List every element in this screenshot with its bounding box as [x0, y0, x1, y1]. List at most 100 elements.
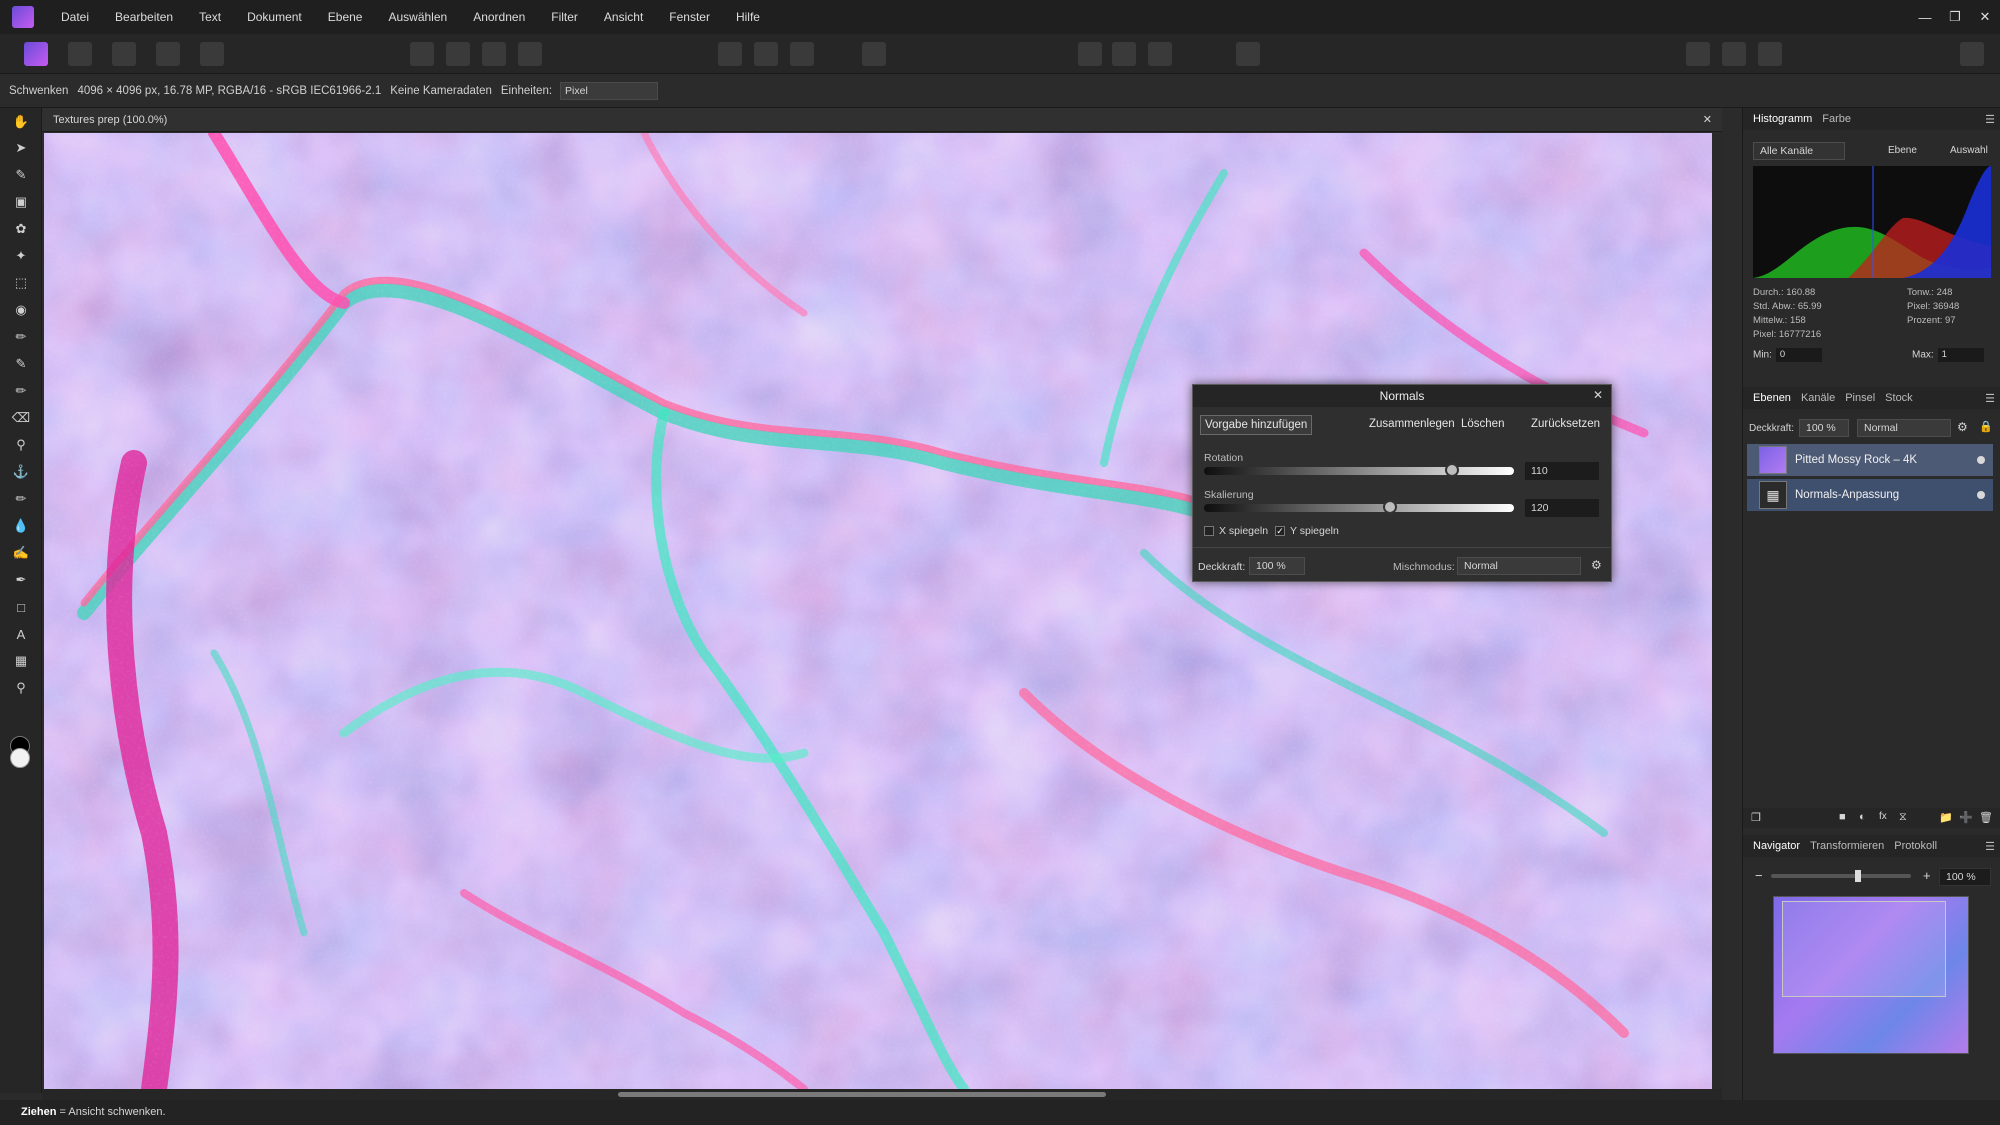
- menu-datei[interactable]: Datei: [48, 10, 102, 24]
- tab-histogram[interactable]: Histogramm: [1753, 113, 1812, 125]
- zoom-tool-icon[interactable]: ⚲: [11, 678, 31, 698]
- flip-y-check-icon[interactable]: ✓: [1275, 526, 1285, 536]
- tab-navigator[interactable]: Navigator: [1753, 840, 1800, 852]
- layer-visibility-dot[interactable]: [1977, 456, 1985, 464]
- menu-ansicht[interactable]: Ansicht: [591, 10, 656, 24]
- scale-slider-knob[interactable]: [1383, 500, 1397, 514]
- delete-button[interactable]: Löschen: [1457, 415, 1508, 435]
- paint-brush-tool-icon[interactable]: ✏: [11, 327, 31, 347]
- delete-layer-icon[interactable]: 🗑: [1979, 811, 1993, 824]
- layer-visibility-dot[interactable]: [1977, 491, 1985, 499]
- menu-hilfe[interactable]: Hilfe: [723, 10, 773, 24]
- auto-levels-icon[interactable]: [410, 42, 434, 66]
- pen-tool-icon[interactable]: ✒: [11, 570, 31, 590]
- navigator-menu-icon[interactable]: ☰: [1985, 840, 1995, 853]
- add-preset-button[interactable]: Vorgabe hinzufügen: [1200, 415, 1313, 435]
- channel-select[interactable]: Alle Kanäle: [1753, 142, 1845, 160]
- flood-select-tool-icon[interactable]: ✦: [11, 246, 31, 266]
- pixel-tool-icon[interactable]: ✎: [11, 354, 31, 374]
- close-window-icon[interactable]: ✕: [1970, 9, 2000, 25]
- invert-selection-icon[interactable]: [790, 42, 814, 66]
- panel-menu-icon[interactable]: ☰: [1985, 113, 1995, 126]
- scale-slider[interactable]: [1204, 500, 1514, 514]
- deselect-icon[interactable]: [754, 42, 778, 66]
- zoom-field[interactable]: 100 %: [1939, 868, 1991, 886]
- tab-kanaele[interactable]: Kanäle: [1801, 392, 1835, 404]
- force-pixel-alignment-icon[interactable]: [1148, 42, 1172, 66]
- tab-farbe[interactable]: Farbe: [1822, 113, 1851, 125]
- horizontal-scrollbar[interactable]: [42, 1089, 1722, 1100]
- fx-icon[interactable]: fx: [1879, 811, 1887, 822]
- flip-x-checkbox[interactable]: X spiegeln: [1204, 525, 1268, 537]
- auto-white-balance-icon[interactable]: [518, 42, 542, 66]
- arrange-icon[interactable]: [1686, 42, 1710, 66]
- lock-icon[interactable]: 🔒: [1979, 420, 1993, 433]
- flood-fill-tool-icon[interactable]: ◉: [11, 300, 31, 320]
- live-filter-icon[interactable]: ⧖: [1899, 811, 1907, 824]
- blend-mode-select[interactable]: Normal: [1457, 557, 1581, 575]
- rotation-slider[interactable]: [1204, 463, 1514, 477]
- marquee-tool-icon[interactable]: ⬚: [11, 273, 31, 293]
- menu-bearbeiten[interactable]: Bearbeiten: [102, 10, 186, 24]
- menu-dokument[interactable]: Dokument: [234, 10, 315, 24]
- text-tool-icon[interactable]: A: [11, 624, 31, 644]
- rotation-slider-knob[interactable]: [1445, 463, 1459, 477]
- move-tool-icon[interactable]: ➤: [11, 138, 31, 158]
- quick-mask-icon[interactable]: [862, 42, 886, 66]
- mode-icon[interactable]: [1722, 42, 1746, 66]
- flip-x-box[interactable]: [1204, 526, 1214, 536]
- scale-value-field[interactable]: 120: [1525, 499, 1599, 517]
- close-document-icon[interactable]: ✕: [1703, 108, 1712, 132]
- document-tab[interactable]: Textures prep (100.0%) ✕: [42, 108, 1722, 132]
- merge-button[interactable]: Zusammenlegen: [1365, 415, 1459, 435]
- snapping-icon[interactable]: [1078, 42, 1102, 66]
- menu-filter[interactable]: Filter: [538, 10, 591, 24]
- mask-icon[interactable]: ■: [1839, 811, 1846, 823]
- add-layer-icon[interactable]: ➕: [1959, 811, 1973, 824]
- min-field[interactable]: 0: [1775, 348, 1822, 362]
- tab-transformieren[interactable]: Transformieren: [1810, 840, 1884, 852]
- layer-blend-select[interactable]: Normal: [1857, 419, 1951, 437]
- tab-stock[interactable]: Stock: [1885, 392, 1913, 404]
- crop-tool-icon[interactable]: ▣: [11, 192, 31, 212]
- dialog-opacity-select[interactable]: 100 %: [1249, 557, 1305, 575]
- layers-menu-icon[interactable]: ☰: [1985, 392, 1995, 405]
- layer-opacity-select[interactable]: 100 %: [1799, 419, 1849, 437]
- clone-tool-icon[interactable]: ⚓: [11, 462, 31, 482]
- assistant-icon[interactable]: [1112, 42, 1136, 66]
- auto-colors-icon[interactable]: [482, 42, 506, 66]
- menu-fenster[interactable]: Fenster: [656, 10, 723, 24]
- adjustment-icon[interactable]: ◐: [1859, 811, 1866, 823]
- develop-persona-icon[interactable]: [112, 42, 136, 66]
- tab-ebenen[interactable]: Ebenen: [1753, 392, 1791, 404]
- dialog-settings-gear-icon[interactable]: ⚙: [1591, 558, 1602, 572]
- rotation-value-field[interactable]: 110: [1525, 462, 1599, 480]
- flip-y-checkbox[interactable]: ✓ Y spiegeln: [1275, 525, 1339, 537]
- navigator-preview[interactable]: [1773, 896, 1969, 1054]
- tab-protokoll[interactable]: Protokoll: [1894, 840, 1937, 852]
- minimize-icon[interactable]: —: [1910, 10, 1940, 25]
- color-picker-tool-icon[interactable]: ✎: [11, 165, 31, 185]
- blur-tool-icon[interactable]: 💧: [11, 516, 31, 536]
- liquify-persona-icon[interactable]: [68, 42, 92, 66]
- menu-ebene[interactable]: Ebene: [315, 10, 376, 24]
- chat-assistant-icon[interactable]: [1236, 42, 1260, 66]
- zoom-slider-knob[interactable]: [1854, 870, 1861, 882]
- menu-anordnen[interactable]: Anordnen: [460, 10, 538, 24]
- layer-settings-gear-icon[interactable]: ⚙: [1957, 420, 1968, 434]
- select-all-icon[interactable]: [718, 42, 742, 66]
- tone-mapping-persona-icon[interactable]: [156, 42, 180, 66]
- zoom-in-icon[interactable]: +: [1923, 868, 1931, 883]
- layer-row-normals-adjustment[interactable]: ▦ Normals-Anpassung: [1747, 479, 1993, 511]
- max-field[interactable]: 1: [1937, 348, 1984, 362]
- menu-auswaehlen[interactable]: Auswählen: [375, 10, 460, 24]
- navigator-viewport[interactable]: [1782, 901, 1946, 997]
- studio-icon[interactable]: [1758, 42, 1782, 66]
- layer-copy-icon[interactable]: ❐: [1751, 811, 1761, 824]
- mesh-warp-tool-icon[interactable]: ▦: [11, 651, 31, 671]
- zoom-slider[interactable]: [1771, 870, 1911, 882]
- dialog-close-icon[interactable]: ✕: [1593, 388, 1603, 402]
- auto-contrast-icon[interactable]: [446, 42, 470, 66]
- horizontal-scroll-thumb[interactable]: [618, 1092, 1106, 1097]
- tab-pinsel[interactable]: Pinsel: [1845, 392, 1875, 404]
